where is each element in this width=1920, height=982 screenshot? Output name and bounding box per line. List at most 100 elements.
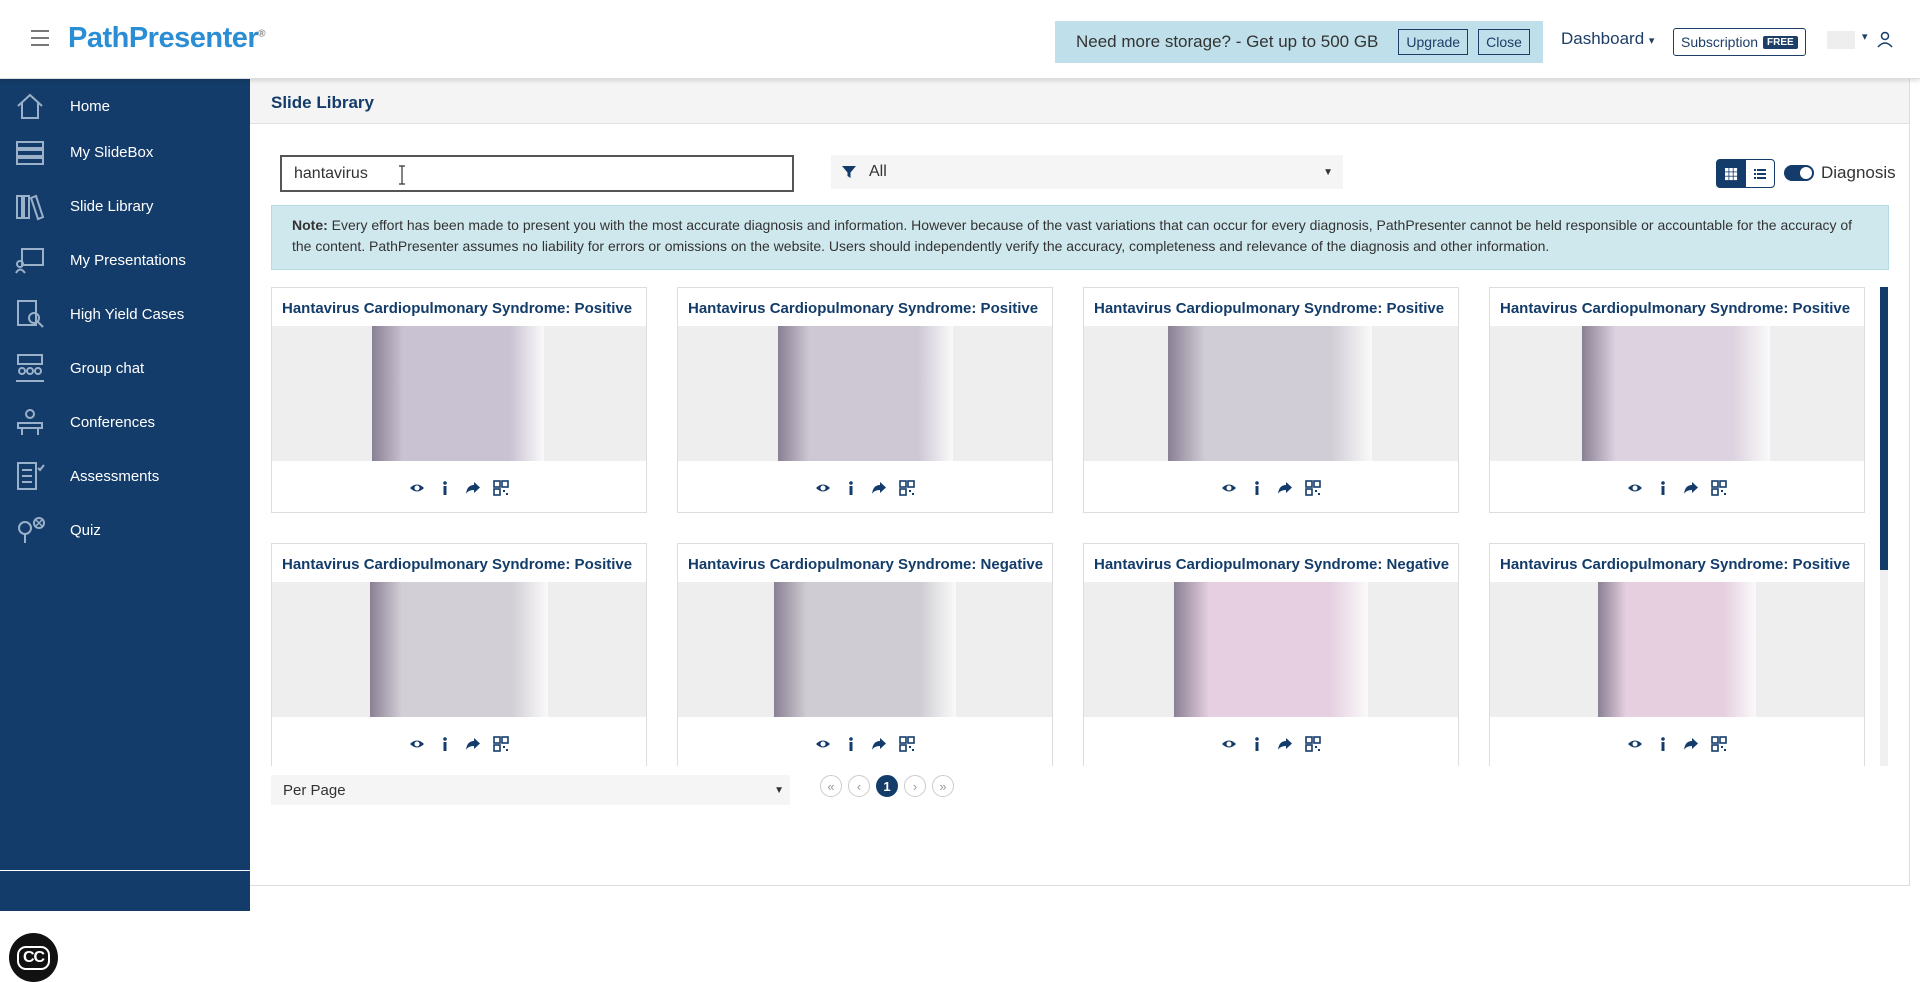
sidebar-item-group-chat[interactable]: Group chat (0, 343, 250, 393)
diagnosis-toggle[interactable] (1784, 165, 1814, 181)
slide-thumbnail[interactable] (1174, 582, 1368, 717)
slide-library-icon (16, 194, 45, 221)
slide-card[interactable]: Hantavirus Cardiopulmonary Syndrome: Neg… (1083, 543, 1459, 766)
info-icon[interactable] (1655, 480, 1671, 496)
top-bar: PathPresenter® Need more storage? - Get … (0, 0, 1920, 79)
sidebar-item-home[interactable]: Home (0, 81, 250, 131)
share-icon[interactable] (871, 480, 887, 496)
slide-card-title[interactable]: Hantavirus Cardiopulmonary Syndrome: Pos… (1500, 556, 1850, 573)
slide-card[interactable]: Hantavirus Cardiopulmonary Syndrome: Neg… (677, 543, 1053, 766)
info-icon[interactable] (437, 736, 453, 752)
info-icon[interactable] (1655, 736, 1671, 752)
list-view-button[interactable] (1745, 159, 1775, 188)
slide-card-title[interactable]: Hantavirus Cardiopulmonary Syndrome: Neg… (1094, 556, 1449, 573)
page-1-button[interactable]: 1 (876, 775, 898, 797)
qr-code-icon[interactable] (899, 480, 915, 496)
grid-scrollbar[interactable] (1880, 287, 1888, 766)
closed-caption-button[interactable]: CC (9, 933, 58, 982)
qr-code-icon[interactable] (1305, 736, 1321, 752)
slide-thumbnail[interactable] (778, 326, 953, 461)
view-slide-icon[interactable] (1221, 480, 1237, 496)
share-icon[interactable] (1277, 736, 1293, 752)
info-icon[interactable] (1249, 480, 1265, 496)
info-icon[interactable] (843, 736, 859, 752)
view-slide-icon[interactable] (409, 480, 425, 496)
last-page-button[interactable]: » (932, 775, 954, 797)
collapse-sidebar-icon[interactable] (112, 956, 136, 980)
qr-code-icon[interactable] (1305, 480, 1321, 496)
grid-view-icon (1725, 167, 1738, 180)
slide-card[interactable]: Hantavirus Cardiopulmonary Syndrome: Pos… (677, 287, 1053, 513)
qr-code-icon[interactable] (1711, 736, 1727, 752)
slide-thumbnail[interactable] (372, 326, 544, 461)
diagnosis-toggle-label: Diagnosis (1821, 163, 1896, 182)
filter-select[interactable]: All ▼ (869, 155, 1341, 189)
view-slide-icon[interactable] (815, 736, 831, 752)
sidebar-item-conferences[interactable]: Conferences (0, 397, 250, 447)
slide-card-title[interactable]: Hantavirus Cardiopulmonary Syndrome: Pos… (282, 556, 632, 573)
close-banner-button[interactable]: Close (1478, 29, 1530, 55)
slide-card-title[interactable]: Hantavirus Cardiopulmonary Syndrome: Pos… (688, 300, 1038, 317)
sidebar-item-assessments[interactable]: Assessments (0, 451, 250, 501)
info-icon[interactable] (843, 480, 859, 496)
slide-card-title[interactable]: Hantavirus Cardiopulmonary Syndrome: Pos… (1500, 300, 1850, 317)
slide-card-actions (1490, 736, 1864, 756)
presentations-icon (15, 248, 44, 274)
share-icon[interactable] (1683, 736, 1699, 752)
slide-thumbnail[interactable] (370, 582, 548, 717)
user-menu-caret-icon[interactable]: ▾ (1862, 30, 1868, 43)
info-icon[interactable] (437, 480, 453, 496)
per-page-select[interactable]: Per Page ▼ (271, 775, 790, 805)
slide-card-title[interactable]: Hantavirus Cardiopulmonary Syndrome: Pos… (282, 300, 632, 317)
qr-code-icon[interactable] (1711, 480, 1727, 496)
slide-card-title[interactable]: Hantavirus Cardiopulmonary Syndrome: Neg… (688, 556, 1043, 573)
main-content: Slide Library All ▼ Diagnosis Note: Ever… (250, 79, 1920, 911)
slide-thumbnail[interactable] (774, 582, 956, 717)
info-icon[interactable] (1249, 736, 1265, 752)
sidebar-item-label: Group chat (70, 359, 145, 377)
dashboard-dropdown[interactable]: Dashboard ▾ (1561, 29, 1654, 49)
search-input[interactable] (280, 155, 794, 192)
hamburger-menu-icon[interactable] (31, 30, 49, 46)
brand-logo[interactable]: PathPresenter® (68, 22, 266, 55)
view-slide-icon[interactable] (1627, 480, 1643, 496)
upgrade-button[interactable]: Upgrade (1398, 29, 1469, 55)
prev-page-button[interactable]: ‹ (848, 775, 870, 797)
share-icon[interactable] (465, 480, 481, 496)
sidebar-item-slide-library[interactable]: Slide Library (0, 181, 250, 231)
grid-view-button[interactable] (1716, 159, 1746, 188)
slide-card-title[interactable]: Hantavirus Cardiopulmonary Syndrome: Pos… (1094, 300, 1444, 317)
sidebar-item-my-slidebox[interactable]: My SlideBox (0, 127, 250, 177)
share-icon[interactable] (1277, 480, 1293, 496)
subscription-button[interactable]: Subscription FREE (1673, 28, 1806, 56)
slide-card[interactable]: Hantavirus Cardiopulmonary Syndrome: Pos… (271, 543, 647, 766)
user-avatar[interactable] (1827, 31, 1855, 49)
disclaimer-note: Note: Every effort has been made to pres… (271, 205, 1889, 270)
user-icon[interactable] (1876, 30, 1894, 48)
next-page-button[interactable]: › (904, 775, 926, 797)
slide-card[interactable]: Hantavirus Cardiopulmonary Syndrome: Pos… (1083, 287, 1459, 513)
qr-code-icon[interactable] (493, 736, 509, 752)
view-slide-icon[interactable] (1627, 736, 1643, 752)
sidebar-item-high-yield-cases[interactable]: High Yield Cases (0, 289, 250, 339)
view-slide-icon[interactable] (1221, 736, 1237, 752)
share-icon[interactable] (871, 736, 887, 752)
view-slide-icon[interactable] (409, 736, 425, 752)
first-page-button[interactable]: « (820, 775, 842, 797)
sidebar-item-quiz[interactable]: Quiz (0, 505, 250, 555)
slide-card[interactable]: Hantavirus Cardiopulmonary Syndrome: Pos… (271, 287, 647, 513)
view-slide-icon[interactable] (815, 480, 831, 496)
qr-code-icon[interactable] (493, 480, 509, 496)
slide-thumbnail[interactable] (1168, 326, 1372, 461)
slide-thumbnail-area (678, 326, 1052, 461)
slide-card[interactable]: Hantavirus Cardiopulmonary Syndrome: Pos… (1489, 287, 1865, 513)
sidebar-item-my-presentations[interactable]: My Presentations (0, 235, 250, 285)
sidebar-item-label: High Yield Cases (70, 305, 185, 323)
share-icon[interactable] (1683, 480, 1699, 496)
slide-thumbnail[interactable] (1582, 326, 1770, 461)
slide-card[interactable]: Hantavirus Cardiopulmonary Syndrome: Pos… (1489, 543, 1865, 766)
qr-code-icon[interactable] (899, 736, 915, 752)
slide-thumbnail[interactable] (1598, 582, 1756, 717)
share-icon[interactable] (465, 736, 481, 752)
grid-scrollbar-thumb[interactable] (1880, 287, 1888, 570)
